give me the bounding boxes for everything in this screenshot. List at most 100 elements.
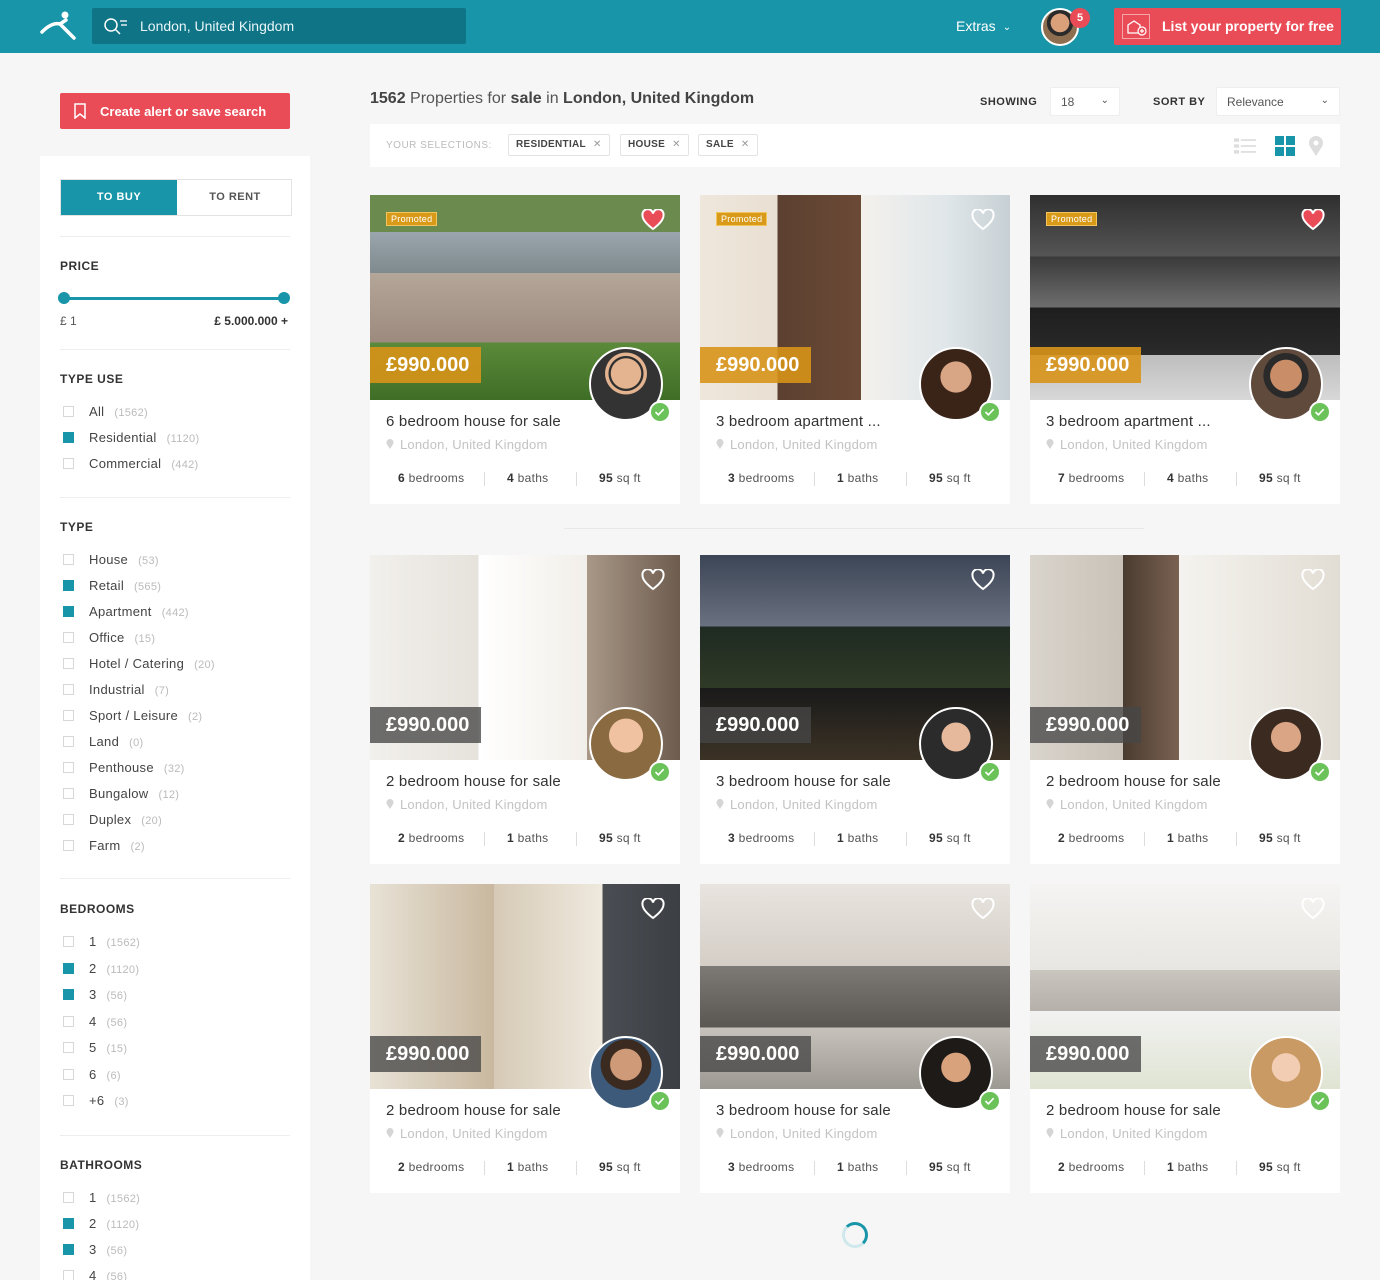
baths-stat: 1 baths (1167, 831, 1208, 845)
checkbox[interactable] (63, 1015, 74, 1027)
heart-icon[interactable] (1301, 209, 1325, 231)
option-label: Duplex (89, 812, 132, 827)
property-card[interactable]: £990.000 3 bedroom house for sale London, … (700, 884, 1010, 1193)
notification-badge[interactable]: 5 (1070, 8, 1090, 28)
property-title[interactable]: 2 bedroom house for sale (1046, 773, 1221, 790)
price-slider-track[interactable] (63, 297, 285, 300)
location-text: London, United Kingdom (400, 797, 548, 812)
area-stat: 95 sq ft (599, 831, 641, 845)
checkbox[interactable] (63, 458, 74, 469)
property-card[interactable]: Promoted £990.000 6 bedroom house for sale… (370, 195, 680, 504)
checkbox[interactable] (63, 1068, 74, 1080)
checkbox[interactable] (63, 814, 74, 825)
checkbox[interactable] (63, 432, 74, 443)
create-alert-button[interactable]: Create alert or save search (60, 93, 290, 129)
to-buy-tab[interactable]: TO BUY (61, 180, 177, 215)
heart-icon[interactable] (641, 569, 665, 591)
close-icon[interactable]: ✕ (672, 139, 681, 150)
heart-icon[interactable] (1301, 569, 1325, 591)
checkbox[interactable] (63, 1095, 74, 1106)
checkbox[interactable] (63, 406, 74, 417)
location-pin-icon (1046, 439, 1054, 449)
option-label: Office (89, 630, 125, 645)
checkbox[interactable] (63, 1192, 74, 1203)
checkbox[interactable] (63, 606, 74, 617)
heart-icon[interactable] (971, 569, 995, 591)
checkbox[interactable] (63, 1270, 74, 1280)
checkbox[interactable] (63, 580, 74, 591)
property-card[interactable]: £990.000 2 bedroom house for sale London, … (1030, 884, 1340, 1193)
checkbox[interactable] (63, 1244, 74, 1255)
price-tag: £990.000 (370, 1036, 482, 1072)
checkbox[interactable] (63, 936, 74, 947)
checkbox[interactable] (63, 736, 74, 747)
property-card[interactable]: £990.000 2 bedroom house for sale London, … (370, 555, 680, 864)
property-title[interactable]: 3 bedroom house for sale (716, 1102, 891, 1119)
checkbox[interactable] (63, 788, 74, 799)
bedrooms-value: 3 (728, 831, 735, 845)
map-pin-icon[interactable] (1308, 136, 1324, 156)
close-icon[interactable]: ✕ (741, 139, 750, 150)
baths-value: 4 (1167, 471, 1174, 485)
chip-house[interactable]: HOUSE ✕ (620, 134, 689, 156)
price-min-handle[interactable] (58, 292, 70, 304)
checkbox[interactable] (63, 1218, 74, 1229)
list-property-button[interactable]: List your property for free (1114, 8, 1341, 45)
checkbox[interactable] (63, 710, 74, 721)
option-count: (0) (129, 737, 144, 749)
chip-sale[interactable]: SALE ✕ (698, 134, 758, 156)
property-card[interactable]: Promoted £990.000 3 bedroom apartment ... L… (1030, 195, 1340, 504)
property-card[interactable]: £990.000 2 bedroom house for sale London, … (370, 884, 680, 1193)
heart-icon[interactable] (641, 209, 665, 231)
option-label: 1 (89, 934, 97, 949)
checkbox[interactable] (63, 989, 74, 1000)
checkbox[interactable] (63, 1042, 74, 1053)
checkbox[interactable] (63, 762, 74, 773)
grid-view-icon[interactable] (1274, 136, 1296, 156)
area-label: sq ft (1276, 471, 1301, 485)
heart-icon[interactable] (641, 898, 665, 920)
property-title[interactable]: 2 bedroom house for sale (386, 773, 561, 790)
chip-residential[interactable]: RESIDENTIAL ✕ (508, 134, 610, 156)
option-count: (442) (161, 607, 189, 619)
property-stats: 2 bedrooms 1 baths 95 sq ft (1030, 829, 1340, 849)
checkbox[interactable] (63, 684, 74, 695)
logo-icon[interactable] (40, 10, 80, 42)
option-label: +6 (89, 1093, 105, 1108)
checkbox[interactable] (63, 632, 74, 643)
sort-select[interactable]: Relevance ⌄ (1216, 87, 1340, 116)
property-card[interactable]: Promoted £990.000 3 bedroom apartment ... L… (700, 195, 1010, 504)
heart-icon[interactable] (971, 209, 995, 231)
property-title[interactable]: 3 bedroom house for sale (716, 773, 891, 790)
to-rent-tab[interactable]: TO RENT (177, 180, 293, 215)
property-location: London, United Kingdom (716, 437, 878, 452)
filter-option-label: 1 (1562) (89, 1190, 140, 1205)
heart-icon[interactable] (1301, 898, 1325, 920)
checkbox[interactable] (63, 962, 74, 974)
showing-select[interactable]: 18 ⌄ (1050, 87, 1120, 116)
baths-value: 4 (507, 471, 514, 485)
search-input[interactable]: London, United Kingdom (92, 8, 466, 44)
extras-menu[interactable]: Extras ⌄ (956, 18, 1011, 34)
property-title[interactable]: 2 bedroom house for sale (386, 1102, 561, 1119)
property-card[interactable]: £990.000 2 bedroom house for sale London, … (1030, 555, 1340, 864)
property-title[interactable]: 3 bedroom apartment ... (716, 413, 881, 430)
price-max-handle[interactable] (278, 292, 290, 304)
option-count: (20) (194, 659, 215, 671)
filter-option-label: 4 (56) (89, 1014, 127, 1029)
heart-icon[interactable] (971, 898, 995, 920)
checkbox[interactable] (63, 840, 74, 851)
baths-stat: 1 baths (1167, 1160, 1208, 1174)
property-title[interactable]: 6 bedroom house for sale (386, 413, 561, 430)
checkbox[interactable] (63, 554, 74, 565)
list-view-icon[interactable] (1234, 136, 1256, 156)
property-title[interactable]: 3 bedroom apartment ... (1046, 413, 1211, 430)
option-label: Residential (89, 430, 157, 445)
property-title[interactable]: 2 bedroom house for sale (1046, 1102, 1221, 1119)
verified-check-icon (649, 761, 671, 783)
close-icon[interactable]: ✕ (593, 139, 602, 150)
price-title: PRICE (60, 259, 100, 273)
checkbox[interactable] (63, 658, 74, 669)
filter-option-label: Hotel / Catering (20) (89, 656, 215, 671)
property-card[interactable]: £990.000 3 bedroom house for sale London, … (700, 555, 1010, 864)
